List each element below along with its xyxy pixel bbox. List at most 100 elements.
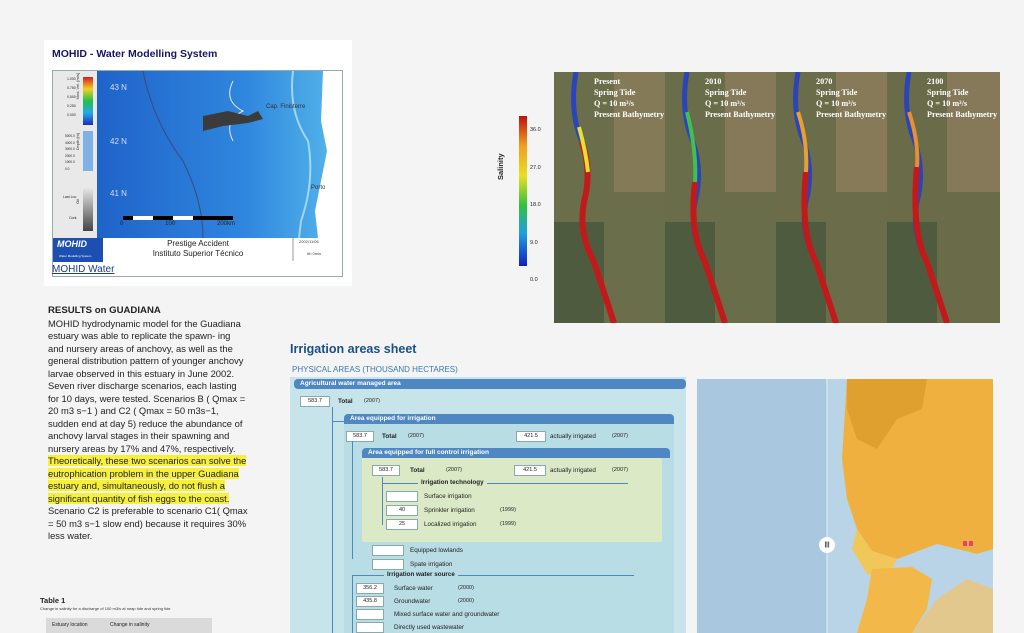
mohid-logo: MOHID xyxy=(57,239,87,249)
legend-tick: 0.000 xyxy=(67,113,76,117)
scenario-year: 2010 xyxy=(705,77,722,86)
mohid-model-image: Mod. Vel. [m/s] Depth [m] Oil 1.000 0.75… xyxy=(52,70,343,277)
caption-line: Instituto Superior Técnico xyxy=(152,249,244,258)
legend-tick: 0.750 xyxy=(67,86,76,90)
table1-col: Estuary location xyxy=(52,622,88,628)
tech-heading: Irrigation technology xyxy=(418,478,487,487)
vel-axis-label: Mod. Vel. [m/s] xyxy=(75,73,80,100)
tree-line xyxy=(382,477,383,525)
scenario-label: 2100 Spring Tide Q = 10 m³/s Present Bat… xyxy=(927,76,997,120)
year-label: (2007) xyxy=(612,467,628,473)
iberia-map: ||| xyxy=(697,379,993,633)
scenario-bathymetry: Present Bathymetry xyxy=(705,110,776,119)
scenario-tide: Spring Tide xyxy=(705,88,747,97)
mohid-card: MOHID - Water Modelling System Mod. Vel.… xyxy=(44,40,352,286)
surface-irrigation-label: Surface irrigation xyxy=(424,493,472,500)
year-label: (2007) xyxy=(612,433,628,439)
results-heading: RESULTS on GUADIANA xyxy=(48,305,161,316)
source-heading: Irrigation water source xyxy=(384,570,458,579)
irrigation-title: Irrigation areas sheet xyxy=(290,342,417,356)
mohid-title: MOHID - Water Modelling System xyxy=(52,48,218,60)
tree-branch xyxy=(332,421,344,422)
salinity-tick: 0.0 xyxy=(530,277,538,283)
scenario-tide: Spring Tide xyxy=(594,88,636,97)
scale-label: 100 xyxy=(165,221,176,227)
place-porto: Porto xyxy=(311,185,326,191)
groundwater-label: Groundwater xyxy=(394,598,431,605)
sprinkler-value: 40 xyxy=(386,505,418,516)
surface-water-label: Surface water xyxy=(394,585,433,592)
oil-axis-label: Oil xyxy=(75,199,80,204)
scenario-label: Present Spring Tide Q = 10 m³/s Present … xyxy=(594,76,664,120)
scenario-panel: 2070 Spring Tide Q = 10 m³/s Present Bat… xyxy=(776,72,887,323)
scenario-bathymetry: Present Bathymetry xyxy=(594,110,665,119)
scale-label: 0 xyxy=(120,221,124,227)
salinity-legend: Salinity 36.0 27.0 18.0 9.0 0.0 xyxy=(496,108,550,283)
legend-tick: 1000.0 xyxy=(65,160,75,164)
scenario-tide: Spring Tide xyxy=(927,88,969,97)
velocity-legend: 1.000 0.750 0.500 0.250 0.000 xyxy=(67,75,76,120)
legend-tick: 5000.0 xyxy=(65,134,75,138)
localized-value: 25 xyxy=(386,519,418,530)
scale-label: 200km xyxy=(216,221,235,227)
mohid-water-link[interactable]: MOHID Water xyxy=(52,264,114,275)
actually-irrigated-value: 421.5 xyxy=(516,431,546,442)
mixed-value xyxy=(356,609,384,620)
salinity-tick: 27.0 xyxy=(530,164,541,171)
legend-tick: 0.0 xyxy=(65,166,70,171)
lat-label: 43 N xyxy=(110,83,127,92)
scenario-panel: 2100 Spring Tide Q = 10 m³/s Present Bat… xyxy=(887,72,1000,323)
legend-tick: 0.500 xyxy=(67,95,76,99)
tree-line xyxy=(352,441,353,559)
equipped-lowlands-value xyxy=(372,545,404,556)
surface-water-value: 356.2 xyxy=(356,583,384,594)
table1-caption: Change in salinity for a discharge of 10… xyxy=(40,606,171,611)
scenario-bathymetry: Present Bathymetry xyxy=(816,110,887,119)
spate-value xyxy=(372,559,404,570)
year-label: (2000) xyxy=(458,585,474,591)
groundwater-value: 435.8 xyxy=(356,596,384,607)
map-compare-handle[interactable]: ||| xyxy=(819,537,835,553)
scenario-discharge: Q = 10 m³/s xyxy=(927,99,968,108)
scenario-bathymetry: Present Bathymetry xyxy=(927,110,998,119)
legend-tick: 1.000 xyxy=(67,77,76,81)
actually-irrigated-label: actually irrigated xyxy=(550,467,596,474)
full-actually-value: 421.5 xyxy=(514,465,546,476)
tree-line xyxy=(332,407,333,633)
irrigation-sheet: Agricultural water managed area 583.7 To… xyxy=(290,377,686,633)
table1-col: Change in salinity xyxy=(110,622,150,628)
year-label: (2007) xyxy=(408,433,424,439)
tree-line xyxy=(352,575,353,633)
scenario-discharge: Q = 10 m³/s xyxy=(594,99,635,108)
year-label: (1999) xyxy=(500,507,516,513)
localized-label: Localized irrigation xyxy=(424,521,477,528)
year-label: (1999) xyxy=(500,521,516,527)
scenario-year: Present xyxy=(594,77,621,86)
equipped-lowlands-label: Equipped lowlands xyxy=(410,547,463,554)
total-label: Total xyxy=(338,398,353,405)
scenario-tide: Spring Tide xyxy=(816,88,858,97)
managed-value: 583.7 xyxy=(300,396,330,407)
salinity-scenarios-image: Present Spring Tide Q = 10 m³/s Present … xyxy=(554,72,1000,323)
salinity-tick: 36.0 xyxy=(530,127,541,133)
year-label: (2007) xyxy=(364,398,380,404)
lat-label: 41 N xyxy=(110,189,127,198)
results-paragraph-end: Scenario C2 is preferable to scenario C1… xyxy=(48,505,248,541)
surface-irrigation-value xyxy=(386,491,418,502)
oil-last-loc: Last Loc. xyxy=(63,195,78,199)
mohid-caption: Prestige Accident Instituto Superior Téc… xyxy=(113,239,283,259)
scenario-discharge: Q = 10 m³/s xyxy=(705,99,746,108)
sprinkler-label: Sprinkler irrigation xyxy=(424,507,475,514)
legend-tick: 3000.0 xyxy=(65,147,75,151)
results-text: RESULTS on GUADIANA MOHID hydrodynamic m… xyxy=(48,305,248,543)
depth-legend: 5000.0 4000.0 3000.0 2000.0 1000.0 0.0 xyxy=(65,133,75,172)
mohid-date: 2002/11/06 xyxy=(299,239,319,244)
scale-bar-labels: 0 100 200km xyxy=(120,221,235,227)
wastewater-value xyxy=(356,622,384,633)
managed-area-bar: Agricultural water managed area xyxy=(294,379,686,389)
spate-label: Spate irrigation xyxy=(410,561,453,568)
year-label: (2007) xyxy=(446,467,462,473)
caption-line: Prestige Accident xyxy=(167,239,229,248)
results-highlight: Theoretically, these two scenarios can s… xyxy=(48,455,247,504)
salinity-colorbar xyxy=(519,116,527,266)
